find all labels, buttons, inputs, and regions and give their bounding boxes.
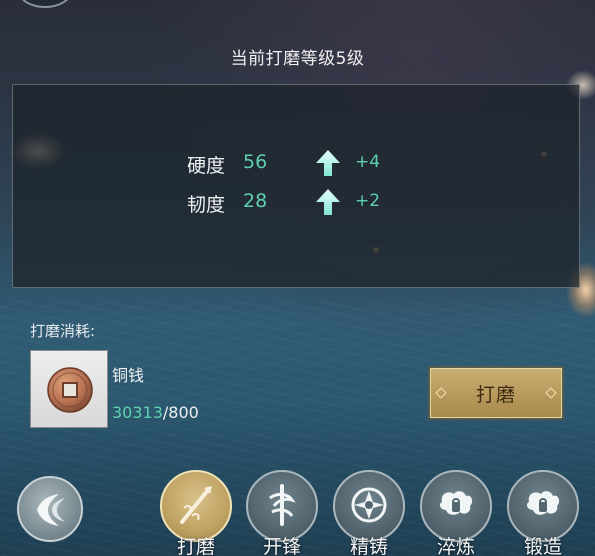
- back-button[interactable]: [17, 476, 83, 542]
- sharpen-icon: [269, 484, 296, 526]
- stat-name: 韧度: [187, 194, 226, 216]
- tab-label-polish: 打磨: [176, 536, 215, 556]
- polish-level-title: 当前打磨等级5级: [230, 49, 365, 69]
- stat-row-hardness: 硬度 56 +4: [13, 149, 581, 179]
- stat-value: 28: [243, 190, 268, 212]
- up-arrow-icon: [316, 150, 340, 176]
- copper-coin-icon: [47, 367, 93, 413]
- stat-increase: +2: [355, 191, 381, 211]
- tab-label-sharpen: 开锋: [262, 536, 301, 556]
- stats-panel: 硬度 56 +4 韧度 28 +2: [12, 84, 580, 288]
- quench-icon: [439, 491, 473, 515]
- stat-name: 硬度: [187, 155, 226, 177]
- refine-cast-icon: [351, 487, 387, 523]
- polish-icon: [180, 486, 212, 524]
- button-ornament: [545, 387, 557, 399]
- cost-label: 打磨消耗:: [30, 322, 96, 340]
- required-amount: /800: [162, 403, 199, 422]
- stat-value: 56: [243, 151, 268, 173]
- item-name: 铜钱: [112, 366, 145, 385]
- tab-label-forge: 锻造: [523, 536, 562, 556]
- top-circle-button[interactable]: [18, 0, 72, 8]
- back-arrow-icon: [37, 494, 65, 526]
- tab-label-quench: 淬炼: [436, 536, 475, 556]
- tab-label-refine-cast: 精铸: [349, 536, 388, 556]
- forge-icon: [526, 491, 560, 515]
- up-arrow-icon: [316, 189, 340, 215]
- button-ornament: [435, 387, 447, 399]
- stat-increase: +4: [355, 152, 381, 172]
- owned-amount: 30313: [112, 403, 163, 422]
- polish-button[interactable]: 打磨: [430, 368, 562, 418]
- item-count: 30313/800: [112, 403, 199, 422]
- stat-row-toughness: 韧度 28 +2: [13, 188, 581, 218]
- polish-button-label: 打磨: [475, 383, 516, 406]
- item-slot-copper-coin[interactable]: [30, 350, 108, 428]
